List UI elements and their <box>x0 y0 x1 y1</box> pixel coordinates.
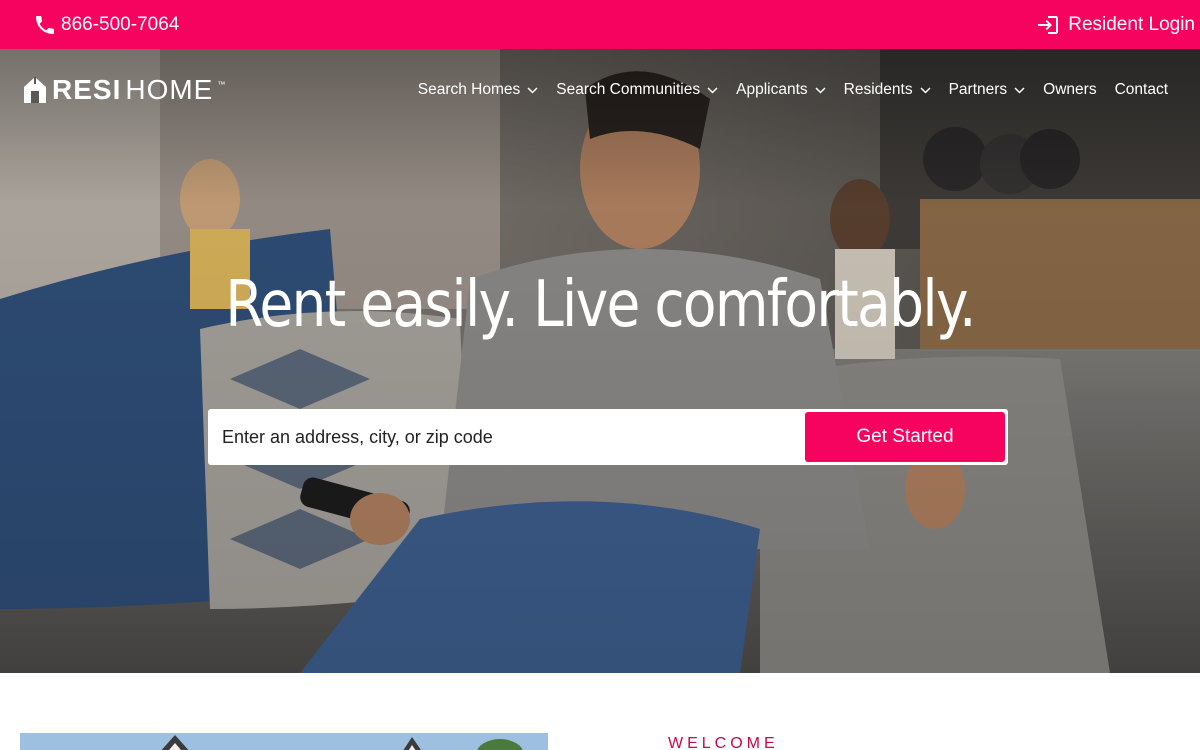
nav-search-homes[interactable]: Search Homes <box>418 81 539 99</box>
nav-partners[interactable]: Partners <box>949 81 1026 99</box>
main-nav: Search Homes Search Communities Applican… <box>418 81 1168 99</box>
nav-label: Contact <box>1114 81 1168 98</box>
nav-label: Owners <box>1043 81 1097 98</box>
chevron-down-icon <box>707 86 718 94</box>
phone-link[interactable]: 866-500-7064 <box>33 13 179 37</box>
nav-label: Residents <box>843 81 913 98</box>
chevron-down-icon <box>920 86 931 94</box>
welcome-label: WELCOME <box>668 735 779 750</box>
logo-trademark: ™ <box>217 80 226 89</box>
address-search-input[interactable] <box>211 412 805 462</box>
nav-label: Search Homes <box>417 81 521 98</box>
site-header: RESI HOME ™ Search Homes Search Communit… <box>0 49 1200 131</box>
phone-icon <box>36 15 54 34</box>
get-started-button[interactable]: Get Started <box>805 412 1005 462</box>
nav-owners[interactable]: Owners <box>1043 81 1096 99</box>
welcome-section: WELCOME <box>0 673 1200 750</box>
login-icon <box>1038 15 1059 34</box>
house-image <box>20 733 548 750</box>
phone-number: 866-500-7064 <box>61 13 180 35</box>
address-search-form: Get Started <box>208 409 1008 465</box>
nav-search-communities[interactable]: Search Communities <box>556 81 718 99</box>
house-logo-icon <box>24 77 46 103</box>
nav-label: Applicants <box>736 81 808 98</box>
nav-label: Search Communities <box>556 81 701 98</box>
resident-login-link[interactable]: Resident Login <box>1036 13 1195 37</box>
welcome-house-image <box>20 733 548 750</box>
chevron-down-icon <box>527 86 538 94</box>
hero-headline: Rent easily. Live comfortably. <box>225 268 976 342</box>
chevron-down-icon <box>1014 86 1025 94</box>
chevron-down-icon <box>815 86 826 94</box>
nav-applicants[interactable]: Applicants <box>736 81 826 99</box>
hero-background-image <box>0 49 1200 673</box>
logo-home: HOME <box>125 74 214 105</box>
resident-login-label: Resident Login <box>1068 13 1195 35</box>
nav-label: Partners <box>948 81 1008 98</box>
nav-residents[interactable]: Residents <box>844 81 931 99</box>
nav-contact[interactable]: Contact <box>1115 81 1168 99</box>
hero-section <box>0 49 1200 673</box>
resihome-logo[interactable]: RESI HOME ™ <box>22 74 225 106</box>
logo-resi: RESI <box>52 74 122 105</box>
top-utility-bar: 866-500-7064 Resident Login <box>0 0 1200 49</box>
